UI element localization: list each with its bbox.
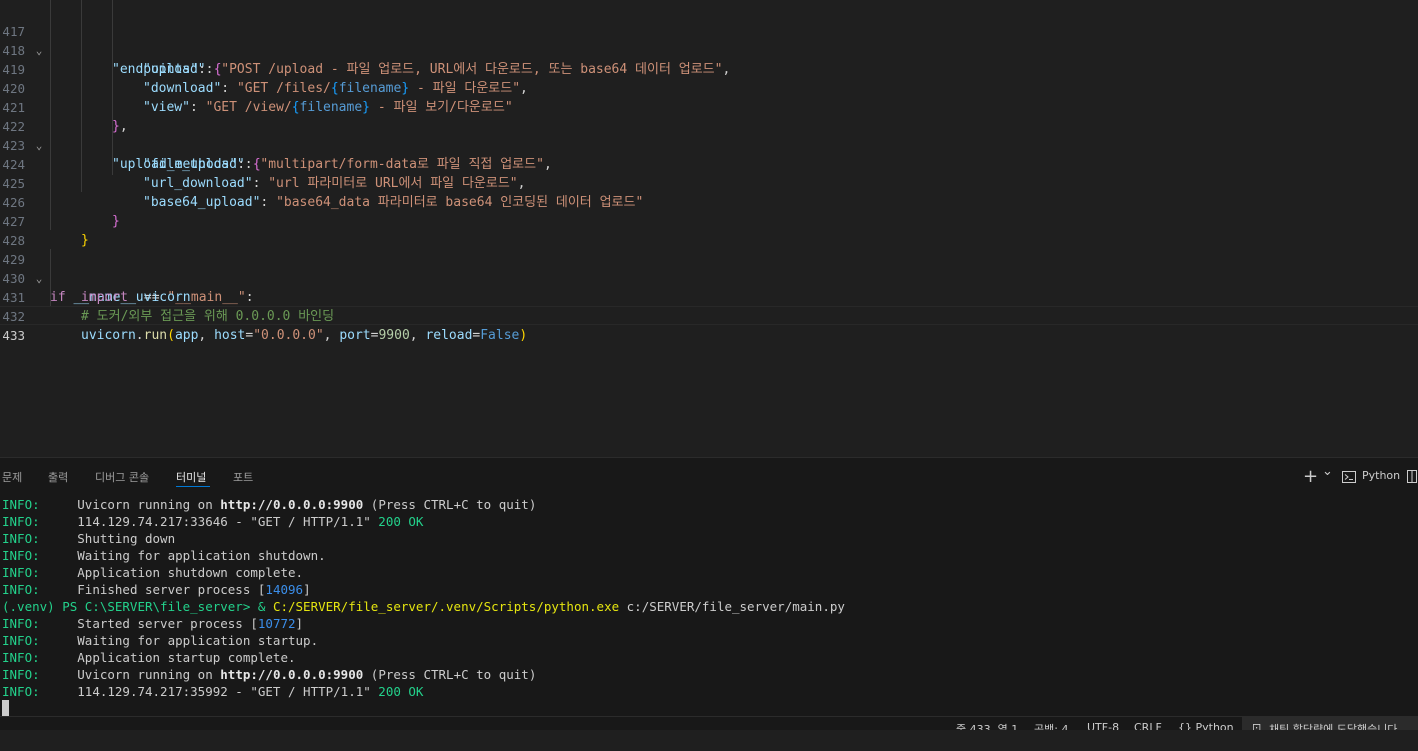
code-line[interactable]: 426 } — [0, 174, 1418, 229]
terminal-line: INFO: Uvicorn running on http://0.0.0.0:… — [2, 667, 537, 682]
terminal-line: INFO: Application shutdown complete. — [2, 565, 304, 580]
code-line[interactable]: 428 — [0, 212, 1418, 248]
new-terminal-plus-icon[interactable]: + — [1303, 466, 1318, 487]
code-line[interactable]: 423 "file_upload": "multipart/form-data로… — [0, 117, 1418, 172]
function-name: run — [143, 328, 168, 343]
line-number: 433 — [2, 328, 25, 343]
code-line[interactable]: 432 uvicorn.run(app, host="0.0.0.0", por… — [0, 288, 1418, 343]
terminal-icon — [1342, 469, 1356, 487]
tab-terminal[interactable]: 터미널 — [176, 469, 206, 485]
terminal-line: INFO: 114.129.74.217:33646 - "GET / HTTP… — [2, 514, 424, 529]
tab-ports[interactable]: 포트 — [233, 469, 253, 485]
status-bar: 줄 433, 열 1 공백: 4 UTF-8 CRLF {} Python ⊡ … — [0, 716, 1418, 730]
code-line[interactable]: 421 }, — [0, 79, 1418, 134]
code-line[interactable]: 431 # 도커/외부 접근을 위해 0.0.0.0 바인딩 — [0, 269, 1418, 324]
code-line[interactable]: 418 "upload": "POST /upload - 파일 업로드, UR… — [0, 22, 1418, 77]
code-line-current[interactable]: 433 — [0, 306, 1418, 343]
code-line[interactable]: 424 "url_download": "url 파라미터로 URL에서 파일 … — [0, 136, 1418, 191]
terminal-line: INFO: Started server process [10772] — [2, 616, 304, 631]
terminal-line: INFO: Finished server process [14096] — [2, 582, 311, 597]
code-line[interactable]: 417 ⌄ "endpoints": { — [0, 3, 1418, 77]
split-terminal-icon[interactable] — [1407, 469, 1417, 487]
terminal-dropdown-chevron-icon[interactable]: ⌄ — [1322, 464, 1333, 479]
chat-quota-notification[interactable]: ⊡ 채팅 할당량에 도달했습니다 — [1242, 717, 1418, 730]
terminal-line: INFO: 114.129.74.217:35992 - "GET / HTTP… — [2, 684, 424, 699]
terminal-line: INFO: Waiting for application shutdown. — [2, 548, 326, 563]
terminal-prompt-line: (.venv) PS C:\SERVER\file_server> & C:/S… — [2, 599, 845, 614]
code-line[interactable]: 427 } — [0, 193, 1418, 248]
terminal-line: INFO: Application startup complete. — [2, 650, 296, 665]
terminal-cursor — [2, 700, 9, 717]
tab-problems[interactable]: 문제 — [2, 469, 22, 485]
code-line[interactable]: 420 "view": "GET /view/{filename} - 파일 보… — [0, 60, 1418, 115]
code-line[interactable]: 429 ⌄ if __name__ == "__main__": — [0, 231, 1418, 305]
bottom-panel: 문제 출력 디버그 콘솔 터미널 포트 + ⌄ Python INFO: Uvi… — [0, 457, 1418, 717]
active-tab-indicator — [176, 486, 210, 487]
code-line[interactable]: 422 ⌄ "upload_methods": { — [0, 98, 1418, 172]
terminal-output[interactable]: INFO: Uvicorn running on http://0.0.0.0:… — [0, 496, 1418, 717]
tab-output[interactable]: 출력 — [48, 469, 68, 485]
tab-debug-console[interactable]: 디버그 콘솔 — [95, 469, 149, 485]
panel-tabs: 문제 출력 디버그 콘솔 터미널 포트 + ⌄ Python — [0, 458, 1418, 494]
code-editor[interactable]: 417 ⌄ "endpoints": { 418 "upload": "POST… — [0, 0, 1418, 457]
terminal-line: INFO: Shutting down — [2, 531, 176, 546]
terminal-line: INFO: Waiting for application startup. — [2, 633, 319, 648]
code-line[interactable]: 425 "base64_upload": "base64_data 파라미터로 … — [0, 155, 1418, 210]
terminal-name[interactable]: Python — [1362, 469, 1400, 482]
terminal-line: INFO: Uvicorn running on http://0.0.0.0:… — [2, 497, 537, 512]
code-line[interactable]: 419 "download": "GET /files/{filename} -… — [0, 41, 1418, 96]
code-line[interactable]: 430 import uvicorn — [0, 250, 1418, 305]
